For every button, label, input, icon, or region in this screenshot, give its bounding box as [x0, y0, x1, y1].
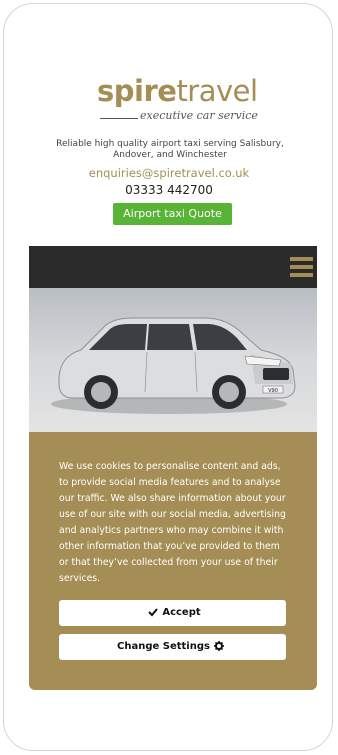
cookie-consent-banner: We use cookies to personalise content an…: [29, 432, 317, 690]
accept-label: Accept: [162, 607, 201, 618]
logo-wordmark: spiretravel: [97, 74, 258, 108]
intro-text: Reliable high quality airport taxi servi…: [56, 139, 284, 160]
hamburger-menu-icon[interactable]: [290, 257, 313, 277]
phone-number[interactable]: 03333 442700: [0, 183, 338, 197]
logo-word-light: travel: [176, 74, 258, 108]
logo-underline: [100, 118, 138, 119]
settings-label: Change Settings: [117, 641, 210, 652]
logo-tagline: executive car service: [140, 109, 258, 122]
nav-bar: [29, 246, 317, 288]
checkmark-icon: [148, 608, 159, 617]
spire-travel-logo[interactable]: spiretravel executive car service: [97, 74, 258, 126]
gear-icon: [213, 641, 224, 651]
license-plate: V90: [268, 388, 278, 394]
airport-taxi-quote-button[interactable]: Airport taxi Quote: [113, 203, 232, 225]
email-link[interactable]: enquiries@spiretravel.co.uk: [0, 166, 338, 180]
change-settings-button[interactable]: Change Settings: [59, 634, 286, 660]
accept-cookies-button[interactable]: Accept: [59, 600, 286, 626]
hero-banner: V90: [29, 288, 317, 432]
cookie-message: We use cookies to personalise content an…: [59, 461, 286, 584]
silver-estate-car-image: V90: [51, 317, 296, 414]
logo-word-bold: spire: [97, 74, 177, 108]
